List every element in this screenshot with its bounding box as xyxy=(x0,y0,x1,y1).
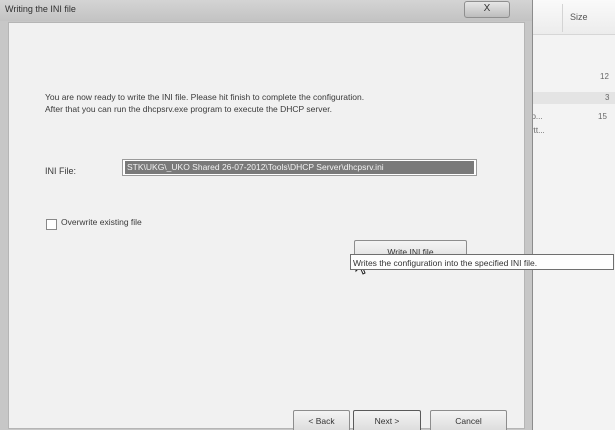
close-icon: X xyxy=(483,3,491,14)
back-button[interactable]: < Back xyxy=(293,410,350,430)
background-explorer-window: Size 12 3 pp... 15 srtt... al xyxy=(520,0,615,430)
next-button[interactable]: Next > xyxy=(353,410,421,430)
overwrite-label[interactable]: Overwrite existing file xyxy=(61,217,142,227)
file-size-cell: 12 xyxy=(600,72,609,81)
screen: Size 12 3 pp... 15 srtt... al Writing th… xyxy=(0,0,615,430)
description-text: You are now ready to write the INI file.… xyxy=(45,91,505,115)
description-line-1: You are now ready to write the INI file.… xyxy=(45,92,365,102)
description-line-2: After that you can run the dhcpsrv.exe p… xyxy=(45,104,332,114)
dialog-title: Writing the INI file xyxy=(5,4,76,14)
ini-file-label: INI File: xyxy=(45,166,77,176)
write-ini-dialog: Writing the INI file X You are now ready… xyxy=(0,0,533,430)
column-separator[interactable] xyxy=(562,4,563,32)
size-column-header[interactable]: Size xyxy=(570,12,588,22)
dialog-titlebar[interactable]: Writing the INI file X xyxy=(0,0,532,21)
ini-file-value: STK\UKG\_UKO Shared 26-07-2012\Tools\DHC… xyxy=(125,161,474,174)
overwrite-checkbox[interactable] xyxy=(46,219,57,230)
column-header-bar: Size xyxy=(520,0,615,35)
ini-file-input[interactable]: STK\UKG\_UKO Shared 26-07-2012\Tools\DHC… xyxy=(122,159,477,176)
cancel-button[interactable]: Cancel xyxy=(430,410,507,430)
selected-file-row[interactable] xyxy=(520,92,615,104)
write-button-tooltip: Writes the configuration into the specif… xyxy=(350,254,614,270)
file-size-cell: 15 xyxy=(598,112,607,121)
dialog-client-area: You are now ready to write the INI file.… xyxy=(8,22,525,430)
file-size-cell: 3 xyxy=(605,93,610,102)
close-button[interactable]: X xyxy=(464,1,510,18)
